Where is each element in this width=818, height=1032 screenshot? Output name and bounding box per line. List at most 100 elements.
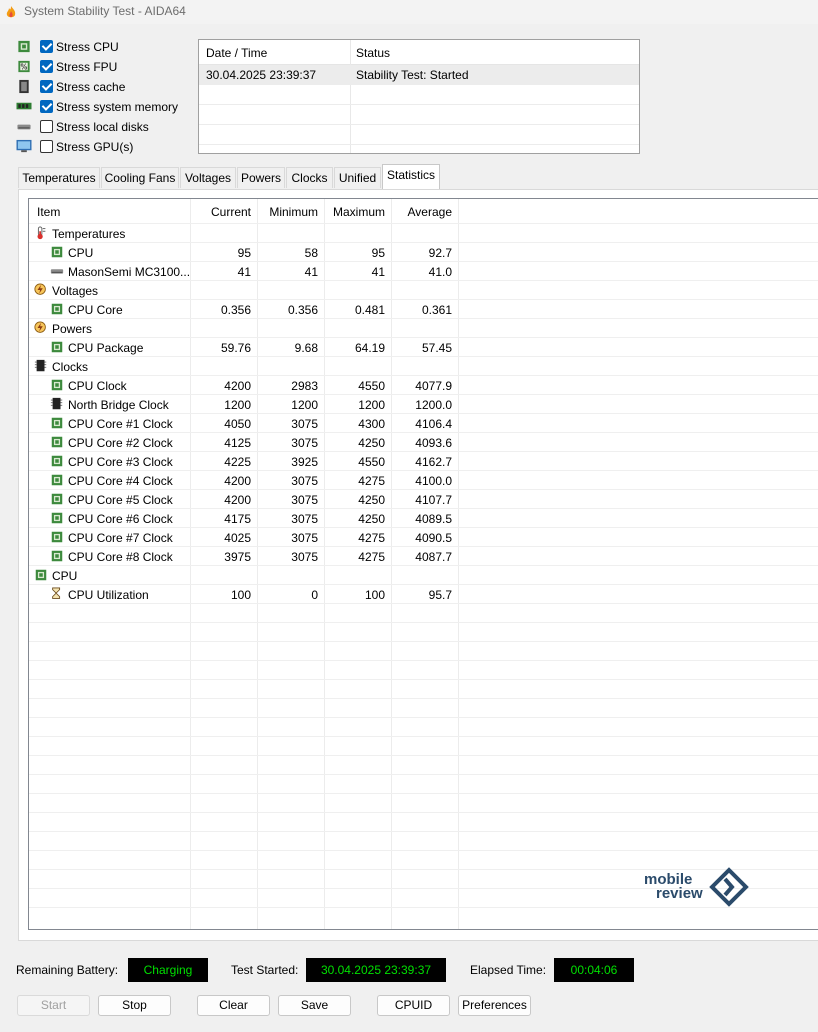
- average-value: 4089.5: [415, 512, 452, 526]
- cpu-chip-icon: [51, 550, 63, 562]
- group-label[interactable]: Voltages: [52, 284, 98, 298]
- stress-option-label[interactable]: Stress GPU(s): [56, 140, 133, 154]
- stress-option[interactable]: Stress GPU(s): [16, 138, 196, 156]
- stress-option-label[interactable]: Stress FPU: [56, 60, 117, 74]
- stress-checkbox[interactable]: [40, 80, 53, 93]
- tab-voltages[interactable]: Voltages: [180, 167, 236, 188]
- elapsed-time-value: 00:04:06: [554, 958, 634, 982]
- log-row-empty: [199, 105, 639, 125]
- cpuid-button[interactable]: CPUID: [377, 995, 450, 1016]
- tab-unified[interactable]: Unified: [334, 167, 381, 188]
- row-divider: [29, 318, 818, 319]
- log-header-status[interactable]: Status: [356, 46, 390, 60]
- item-label[interactable]: CPU Core #4 Clock: [68, 474, 173, 488]
- item-label[interactable]: CPU Package: [68, 341, 143, 355]
- item-label[interactable]: CPU: [68, 246, 93, 260]
- stress-option[interactable]: % Stress FPU: [16, 58, 196, 76]
- average-value: 41.0: [428, 265, 452, 279]
- stress-option-label[interactable]: Stress system memory: [56, 100, 178, 114]
- start-button[interactable]: Start: [17, 995, 90, 1016]
- stress-option[interactable]: Stress system memory: [16, 98, 196, 116]
- minimum-value: 3075: [291, 474, 318, 488]
- average-value: 4077.9: [415, 379, 452, 393]
- column-header-maximum[interactable]: Maximum: [325, 205, 385, 219]
- row-divider: [29, 508, 818, 509]
- item-label[interactable]: CPU Core #3 Clock: [68, 455, 173, 469]
- tab-powers[interactable]: Powers: [237, 167, 285, 188]
- average-value: 4090.5: [415, 531, 452, 545]
- thermometer-icon: [37, 226, 46, 240]
- cpu-chip-icon: [51, 341, 63, 353]
- log-row[interactable]: 30.04.2025 23:39:37 Stability Test: Star…: [199, 65, 639, 85]
- stress-checkbox[interactable]: [40, 140, 53, 153]
- stress-option[interactable]: Stress local disks: [16, 118, 196, 136]
- current-value: 95: [237, 246, 251, 260]
- cpu-chip-icon: [51, 512, 63, 524]
- item-label[interactable]: CPU Core #6 Clock: [68, 512, 173, 526]
- stop-button[interactable]: Stop: [98, 995, 171, 1016]
- watermark-line2: review: [656, 885, 703, 902]
- item-label[interactable]: MasonSemi MC3100...: [68, 265, 190, 279]
- preferences-button[interactable]: Preferences: [458, 995, 531, 1016]
- stress-checkbox[interactable]: [40, 100, 53, 113]
- current-value: 59.76: [220, 341, 251, 355]
- tab-cooling-fans[interactable]: Cooling Fans: [101, 167, 179, 188]
- stress-checkbox[interactable]: [40, 40, 53, 53]
- row-divider: [29, 698, 818, 699]
- stress-option-label[interactable]: Stress CPU: [56, 40, 119, 54]
- current-value: 100: [230, 588, 251, 602]
- maximum-value: 0.481: [354, 303, 385, 317]
- current-value: 1200: [224, 398, 251, 412]
- power-icon: [34, 321, 46, 333]
- stress-checkbox[interactable]: [40, 60, 53, 73]
- minimum-value: 1200: [291, 398, 318, 412]
- group-label[interactable]: Temperatures: [52, 227, 125, 241]
- save-button[interactable]: Save: [278, 995, 351, 1016]
- group-label[interactable]: CPU: [52, 569, 77, 583]
- row-divider: [29, 660, 818, 661]
- tab-statistics[interactable]: Statistics: [382, 164, 440, 189]
- item-label[interactable]: CPU Utilization: [68, 588, 149, 602]
- tab-temperatures[interactable]: Temperatures: [18, 167, 100, 188]
- item-label[interactable]: CPU Core #7 Clock: [68, 531, 173, 545]
- item-label[interactable]: CPU Core #8 Clock: [68, 550, 173, 564]
- column-header-minimum[interactable]: Minimum: [258, 205, 318, 219]
- maximum-value: 4250: [358, 493, 385, 507]
- column-header-current[interactable]: Current: [191, 205, 251, 219]
- stress-checkbox[interactable]: [40, 120, 53, 133]
- item-label[interactable]: CPU Core: [68, 303, 123, 317]
- event-log[interactable]: Date / Time Status 30.04.2025 23:39:37 S…: [198, 39, 640, 154]
- column-header-item[interactable]: Item: [37, 205, 60, 219]
- average-value: 4107.7: [415, 493, 452, 507]
- item-label[interactable]: North Bridge Clock: [68, 398, 169, 412]
- stress-option-label[interactable]: Stress local disks: [56, 120, 149, 134]
- log-header-datetime[interactable]: Date / Time: [206, 46, 267, 60]
- statistics-table[interactable]: Item Current Minimum Maximum Average Tem…: [28, 198, 818, 930]
- minimum-value: 0.356: [287, 303, 318, 317]
- group-label[interactable]: Powers: [52, 322, 92, 336]
- column-header-average[interactable]: Average: [392, 205, 452, 219]
- row-divider: [29, 451, 818, 452]
- item-label[interactable]: CPU Core #2 Clock: [68, 436, 173, 450]
- disk-drive-icon: [50, 269, 64, 274]
- item-label[interactable]: CPU Core #1 Clock: [68, 417, 173, 431]
- stress-option-label[interactable]: Stress cache: [56, 80, 125, 94]
- minimum-value: 3075: [291, 550, 318, 564]
- item-label[interactable]: CPU Clock: [68, 379, 127, 393]
- disk-drive-icon: [17, 124, 31, 130]
- average-value: 95.7: [428, 588, 452, 602]
- fpu-chip-icon: %: [18, 60, 30, 73]
- current-value: 4125: [224, 436, 251, 450]
- clear-button[interactable]: Clear: [197, 995, 270, 1016]
- maximum-value: 4300: [358, 417, 385, 431]
- window-title: System Stability Test - AIDA64: [24, 4, 186, 18]
- group-label[interactable]: Clocks: [52, 360, 88, 374]
- clock-chip-icon: [34, 359, 47, 372]
- row-divider: [29, 394, 818, 395]
- stress-option[interactable]: Stress cache: [16, 78, 196, 96]
- event-log-header: Date / Time Status: [199, 40, 639, 65]
- row-divider: [29, 356, 818, 357]
- tab-clocks[interactable]: Clocks: [286, 167, 333, 188]
- item-label[interactable]: CPU Core #5 Clock: [68, 493, 173, 507]
- stress-option[interactable]: Stress CPU: [16, 38, 196, 56]
